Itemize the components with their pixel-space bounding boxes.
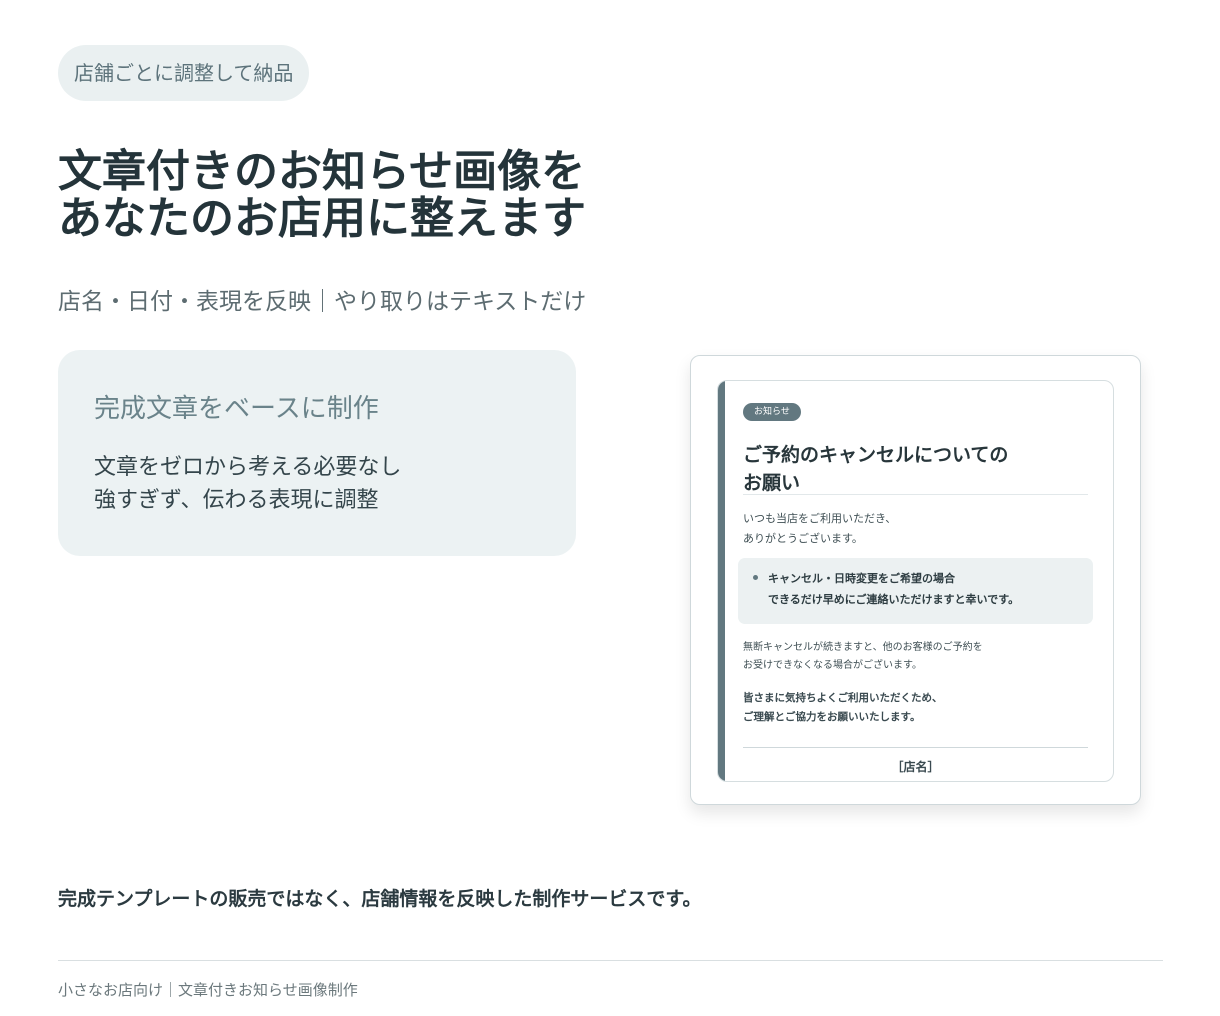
notice-divider-top <box>743 494 1088 495</box>
notice-thanks-line-1: 皆さまに気持ちよくご利用いただくため、 <box>743 692 943 704</box>
notice-title-line-1: ご予約のキャンセルについての <box>743 444 1009 466</box>
notice-intro-line-2: ありがとうございます。 <box>743 532 863 545</box>
notice-thanks-line-2: ご理解とご協力をお願いいたします。 <box>743 711 921 723</box>
headline-line-1: 文章付きのお知らせ画像を <box>58 146 586 197</box>
notice-intro: いつも当店をご利用いただき、 ありがとうございます。 <box>743 509 896 549</box>
notice-warning-line-1: 無断キャンセルが続きますと、他のお客様のご予約を <box>743 642 983 653</box>
headline: 文章付きのお知らせ画像を あなたのお店用に整えます <box>58 148 678 242</box>
notice-tag: お知らせ <box>743 403 801 421</box>
feature-line-1: 文章をゼロから考える必要なし <box>94 455 402 480</box>
notice-highlight-line-2: できるだけ早めにご連絡いただけますと幸いです。 <box>768 593 1020 606</box>
service-note: 完成テンプレートの販売ではなく、店舗情報を反映した制作サービスです。 <box>58 888 702 910</box>
notice-highlight-box: キャンセル・日時変更をご希望の場合 できるだけ早めにご連絡いただけますと幸いです… <box>738 558 1093 624</box>
notice-divider-bottom <box>743 747 1088 748</box>
headline-line-2: あなたのお店用に整えます <box>58 193 586 244</box>
notice-thanks: 皆さまに気持ちよくご利用いただくため、 ご理解とご協力をお願いいたします。 <box>743 689 943 727</box>
notice-intro-line-1: いつも当店をご利用いただき、 <box>743 512 897 525</box>
notice-warning: 無断キャンセルが続きますと、他のお客様のご予約を お受けできなくなる場合がござい… <box>743 639 983 675</box>
notice-preview-card: お知らせ ご予約のキャンセルについての お願い いつも当店をご利用いただき、 あ… <box>717 380 1114 782</box>
notice-highlight-line-1: キャンセル・日時変更をご希望の場合 <box>768 572 955 585</box>
notice-shop-name: ［店名］ <box>891 760 940 774</box>
notice-title-line-2: お願い <box>743 472 801 494</box>
footer-divider <box>58 960 1163 961</box>
feature-line-2: 強すぎず、伝わる表現に調整 <box>94 488 379 513</box>
feature-card: 完成文章をベースに制作 文章をゼロから考える必要なし 強すぎず、伝わる表現に調整 <box>58 350 576 556</box>
feature-body: 文章をゼロから考える必要なし 強すぎず、伝わる表現に調整 <box>94 451 540 517</box>
service-badge: 店舗ごとに調整して納品 <box>58 45 310 101</box>
bullet-icon <box>753 575 758 580</box>
footer-text: 小さなお店向け｜文章付きお知らせ画像制作 <box>58 981 358 999</box>
notice-title: ご予約のキャンセルについての お願い <box>743 441 1008 497</box>
feature-title: 完成文章をベースに制作 <box>94 394 379 424</box>
accent-bar <box>718 381 725 781</box>
notice-preview-image: お知らせ ご予約のキャンセルについての お願い いつも当店をご利用いただき、 あ… <box>690 355 1141 805</box>
subline: 店名・日付・表現を反映｜やり取りはテキストだけ <box>58 289 587 315</box>
notice-warning-line-2: お受けできなくなる場合がございます。 <box>743 660 922 671</box>
